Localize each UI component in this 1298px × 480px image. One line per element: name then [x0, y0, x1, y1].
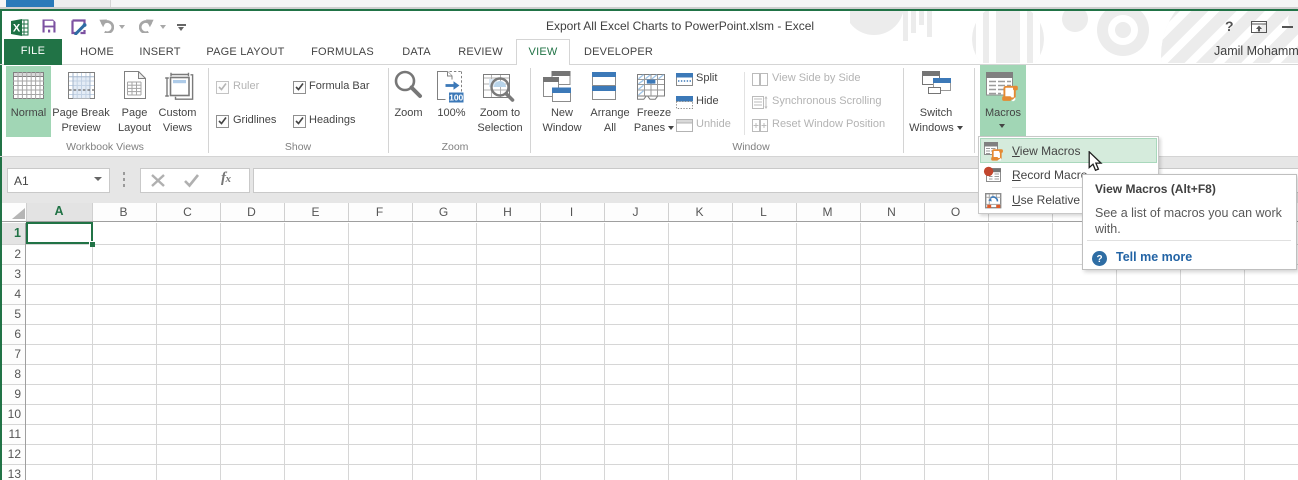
svg-text:100: 100 [449, 93, 463, 103]
svg-text:X: X [13, 23, 21, 35]
svg-text:?: ? [1096, 254, 1102, 265]
